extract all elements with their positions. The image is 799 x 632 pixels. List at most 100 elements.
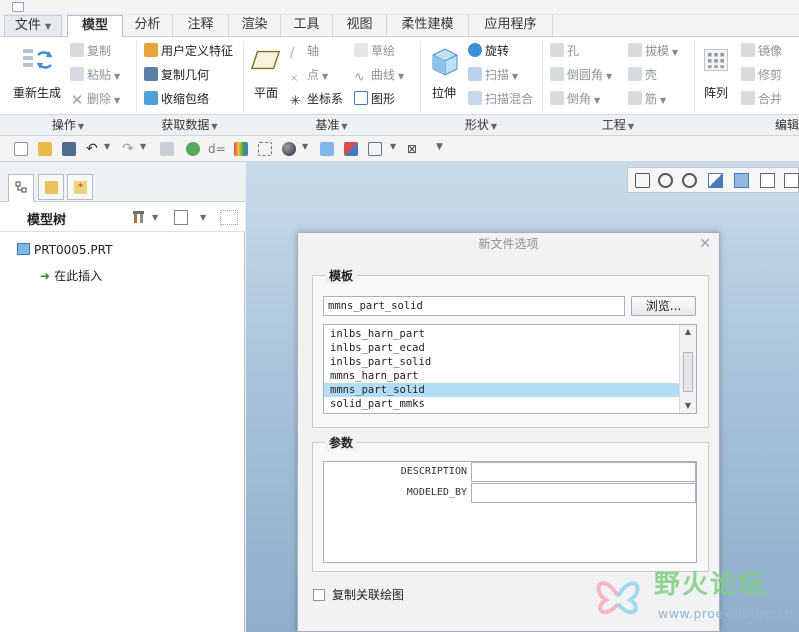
tree-item-part[interactable]: PRT0005.PRT xyxy=(17,243,112,257)
close-window-icon[interactable]: ⊠ xyxy=(407,142,421,156)
copy-button[interactable]: 复制 xyxy=(70,41,111,61)
trim-button[interactable]: 修剪 xyxy=(741,65,782,85)
paste-icon xyxy=(70,67,84,81)
tab-view[interactable]: 视图 xyxy=(333,15,387,37)
regenerate-button[interactable]: 重新生成 xyxy=(8,45,66,101)
scroll-up-icon[interactable]: ▲ xyxy=(680,325,696,339)
save-icon[interactable] xyxy=(62,142,76,156)
point-button[interactable]: × 点 ▼ xyxy=(290,65,328,85)
shell-button[interactable]: 壳 xyxy=(628,65,657,85)
tab-applications[interactable]: 应用程序 xyxy=(469,15,553,37)
zoom-in-icon[interactable] xyxy=(658,173,673,188)
plane-button[interactable]: 平面 xyxy=(248,45,284,101)
chamfer-button[interactable]: 倒角 ▼ xyxy=(550,89,600,109)
group-operations[interactable]: 操作 ▼ xyxy=(0,115,136,136)
shrinkwrap-button[interactable]: 收缩包络 xyxy=(144,89,209,109)
settings-list-icon[interactable] xyxy=(174,210,188,225)
group-get-data[interactable]: 获取数据 ▼ xyxy=(136,115,243,136)
rib-button[interactable]: 筋 ▼ xyxy=(628,89,666,109)
axis-button[interactable]: / 轴 xyxy=(290,41,319,61)
new-file-icon[interactable] xyxy=(14,142,28,156)
tab-folder-browser[interactable] xyxy=(38,174,64,200)
group-engineering[interactable]: 工程 ▼ xyxy=(542,115,694,136)
tab-annotate[interactable]: 注释 xyxy=(173,15,229,37)
chevron-down-icon[interactable]: ▼ xyxy=(200,213,206,222)
browse-button[interactable]: 浏览... xyxy=(631,296,696,316)
open-file-icon[interactable] xyxy=(38,142,52,156)
display-style-shaded-icon[interactable] xyxy=(734,173,749,188)
list-item[interactable]: inlbs_harn_part xyxy=(324,327,679,341)
color-appearance-icon[interactable] xyxy=(234,142,248,156)
saved-orientations-icon[interactable] xyxy=(760,173,775,188)
group-engineering-label: 工程 xyxy=(601,118,626,132)
tab-analysis[interactable]: 分析 xyxy=(123,15,173,37)
regenerate-small-icon[interactable] xyxy=(160,142,174,156)
coordinate-system-button[interactable]: ✳ 坐标系 xyxy=(290,89,343,109)
chevron-down-icon[interactable]: ▼ xyxy=(152,213,158,222)
merge-button[interactable]: 合并 xyxy=(741,89,782,109)
appearance-icon[interactable] xyxy=(186,142,200,156)
tools-icon[interactable] xyxy=(132,209,148,225)
dimension-icon[interactable]: d= xyxy=(208,142,226,156)
revolve-button[interactable]: 旋转 xyxy=(468,41,509,61)
paste-button[interactable]: 粘贴 ▼ xyxy=(70,65,120,85)
group-shapes[interactable]: 形状 ▼ xyxy=(420,115,542,136)
template-list-scrollbar[interactable]: ▲ ▼ xyxy=(679,325,696,413)
template-input[interactable]: mmns_part_solid xyxy=(323,296,625,316)
zoom-out-icon[interactable] xyxy=(682,173,697,188)
view-manager-icon[interactable] xyxy=(784,173,799,188)
chevron-down-icon[interactable]: ▼ xyxy=(302,142,308,151)
select-box-icon[interactable] xyxy=(258,142,272,156)
window-switch-icon[interactable] xyxy=(368,142,382,156)
undo-icon[interactable]: ↶ xyxy=(86,142,100,156)
tab-flexible-modeling[interactable]: 柔性建模 xyxy=(387,15,469,37)
round-button[interactable]: 倒圆角 ▼ xyxy=(550,65,612,85)
show-filter-icon[interactable] xyxy=(220,210,238,225)
chevron-down-icon[interactable]: ▼ xyxy=(140,142,146,151)
extrude-button[interactable]: 拉伸 xyxy=(424,45,464,101)
curve-button[interactable]: ∿ 曲线 ▼ xyxy=(354,65,404,85)
close-icon[interactable]: ✕ xyxy=(699,233,711,255)
repaint-icon[interactable] xyxy=(708,173,723,188)
param-description-input[interactable] xyxy=(471,462,696,482)
group-editing[interactable]: 编辑 xyxy=(694,115,799,136)
customize-toolbar-icon[interactable]: ▼ xyxy=(436,142,443,152)
swept-blend-button[interactable]: 扫描混合 xyxy=(468,89,533,109)
tab-render[interactable]: 渲染 xyxy=(229,15,281,37)
tab-model-tree[interactable] xyxy=(8,174,34,202)
pattern-button[interactable]: 阵列 xyxy=(698,45,734,101)
chevron-down-icon[interactable]: ▼ xyxy=(104,142,110,151)
list-item[interactable]: inlbs_part_solid xyxy=(324,355,679,369)
udf-button[interactable]: 用户定义特征 xyxy=(144,41,233,61)
scene-icon[interactable] xyxy=(344,142,358,156)
delete-button[interactable]: ✕ 删除 ▼ xyxy=(70,89,120,109)
refit-icon[interactable] xyxy=(635,173,650,188)
tab-favorites[interactable]: * xyxy=(67,174,93,200)
display-style-icon[interactable] xyxy=(282,142,296,156)
scroll-down-icon[interactable]: ▼ xyxy=(680,399,696,413)
list-item-selected[interactable]: mmns_part_solid xyxy=(324,383,679,397)
chevron-down-icon[interactable]: ▼ xyxy=(390,142,396,151)
group-datum[interactable]: 基准 ▼ xyxy=(243,115,420,136)
tab-tools[interactable]: 工具 xyxy=(281,15,333,37)
draft-button[interactable]: 拔模 ▼ xyxy=(628,41,678,61)
list-item[interactable]: mmns_harn_part xyxy=(324,369,679,383)
redo-icon[interactable]: ↷ xyxy=(122,142,136,156)
mirror-button[interactable]: 镜像 xyxy=(741,41,782,61)
view-orientation-icon[interactable] xyxy=(320,142,334,156)
list-item[interactable]: solid_part_mmks xyxy=(324,397,679,411)
copy-geometry-button[interactable]: 复制几何 xyxy=(144,65,209,85)
param-modeled-by-input[interactable] xyxy=(471,483,696,503)
tab-model[interactable]: 模型 xyxy=(67,15,123,38)
model-tree-icon xyxy=(15,181,27,193)
scroll-thumb[interactable] xyxy=(683,352,693,392)
tree-item-insert-here[interactable]: ➜ 在此插入 xyxy=(40,267,102,284)
sweep-button[interactable]: 扫描 ▼ xyxy=(468,65,518,85)
hole-button[interactable]: 孔 xyxy=(550,41,579,61)
tab-file[interactable]: 文件 ▼ xyxy=(4,15,62,37)
graph-button[interactable]: 图形 xyxy=(354,89,395,109)
copy-drawing-checkbox[interactable] xyxy=(313,589,325,601)
sketch-button[interactable]: 草绘 xyxy=(354,41,395,61)
list-item[interactable]: inlbs_part_ecad xyxy=(324,341,679,355)
template-list[interactable]: inlbs_harn_part inlbs_part_ecad inlbs_pa… xyxy=(323,324,697,414)
